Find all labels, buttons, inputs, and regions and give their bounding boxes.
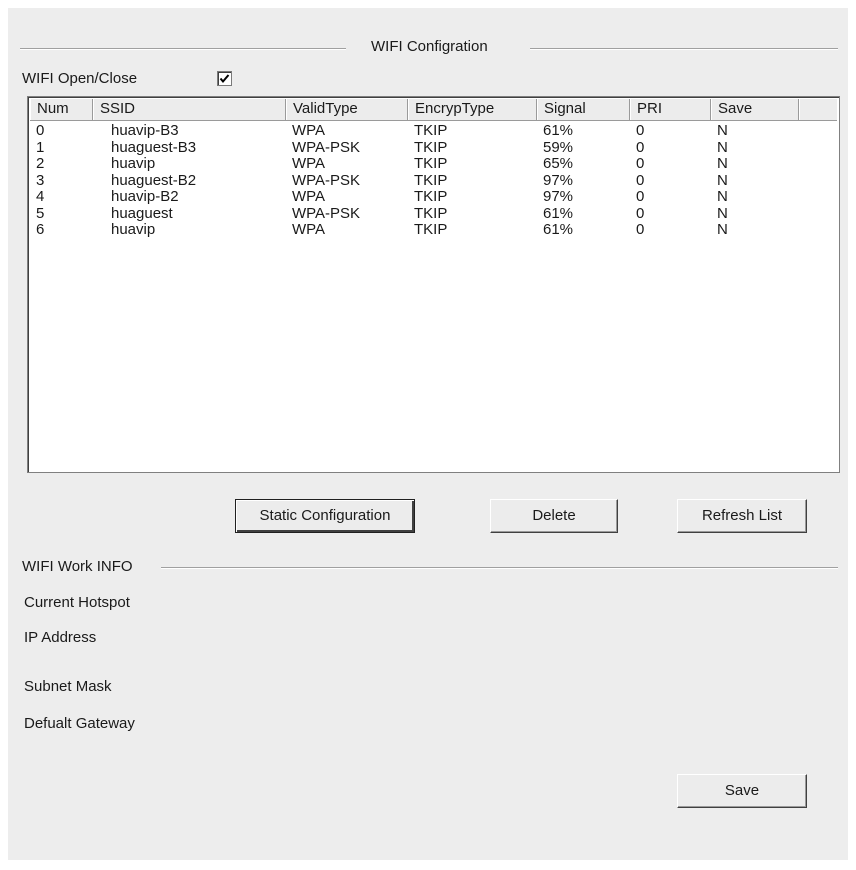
hotspot-list-rows: 0 huavip-B3 WPA TKIP 61% 0 N 1 huaguest-… bbox=[30, 123, 837, 239]
table-row[interactable]: 6 huavip WPA TKIP 61% 0 N bbox=[30, 222, 837, 239]
cell-encryptype: TKIP bbox=[414, 138, 448, 156]
config-group-line-left bbox=[20, 48, 346, 50]
cell-save: N bbox=[717, 221, 728, 238]
static-configuration-button[interactable]: Static Configuration bbox=[235, 499, 415, 533]
cell-num: 4 bbox=[36, 188, 45, 205]
hotspot-list[interactable]: Num SSID ValidType EncrypType Signal PRI… bbox=[27, 96, 840, 473]
cell-ssid: huavip-B2 bbox=[111, 188, 179, 205]
subnet-mask-label: Subnet Mask bbox=[24, 678, 112, 695]
table-row[interactable]: 1 huaguest-B3 WPA-PSK TKIP 59% 0 N bbox=[30, 138, 837, 157]
wifi-open-close-label: WIFI Open/Close bbox=[22, 70, 138, 87]
cell-num: 1 bbox=[36, 138, 45, 156]
cell-pri: 0 bbox=[636, 122, 645, 139]
cell-pri: 0 bbox=[636, 171, 645, 189]
cell-signal: 97% bbox=[543, 188, 574, 205]
cell-pri: 0 bbox=[636, 188, 645, 205]
cell-pri: 0 bbox=[636, 138, 645, 156]
refresh-list-button[interactable]: Refresh List bbox=[677, 499, 807, 533]
cell-signal: 61% bbox=[543, 221, 574, 238]
cell-num: 5 bbox=[36, 204, 45, 222]
cell-ssid: huavip bbox=[111, 155, 156, 172]
work-info-group-line bbox=[161, 567, 838, 569]
cell-save: N bbox=[717, 171, 728, 189]
ip-address-label: IP Address bbox=[24, 629, 97, 646]
column-header-validtype[interactable]: ValidType bbox=[286, 99, 408, 120]
cell-validtype: WPA bbox=[292, 155, 326, 172]
cell-encryptype: TKIP bbox=[414, 188, 448, 205]
config-group-line-right bbox=[530, 48, 838, 50]
cell-save: N bbox=[717, 122, 728, 139]
save-button[interactable]: Save bbox=[677, 774, 807, 808]
cell-validtype: WPA bbox=[292, 122, 326, 139]
column-header-filler bbox=[799, 99, 837, 120]
cell-signal: 97% bbox=[543, 171, 574, 189]
cell-save: N bbox=[717, 138, 728, 156]
column-header-ssid[interactable]: SSID bbox=[93, 99, 286, 120]
column-header-num[interactable]: Num bbox=[30, 99, 93, 120]
cell-signal: 65% bbox=[543, 155, 574, 172]
column-header-signal[interactable]: Signal bbox=[537, 99, 630, 120]
cell-num: 6 bbox=[36, 221, 45, 238]
config-group-title: WIFI Configration bbox=[367, 38, 492, 56]
table-row[interactable]: 5 huaguest WPA-PSK TKIP 61% 0 N bbox=[30, 204, 837, 223]
cell-encryptype: TKIP bbox=[414, 122, 448, 139]
cell-pri: 0 bbox=[636, 155, 645, 172]
wifi-open-close-checkbox[interactable] bbox=[217, 71, 232, 86]
cell-signal: 61% bbox=[543, 204, 574, 222]
cell-pri: 0 bbox=[636, 221, 645, 238]
cell-encryptype: TKIP bbox=[414, 204, 448, 222]
cell-validtype: WPA-PSK bbox=[292, 204, 361, 222]
cell-ssid: huaguest-B3 bbox=[111, 138, 197, 156]
cell-num: 2 bbox=[36, 155, 45, 172]
cell-num: 0 bbox=[36, 122, 45, 139]
work-info-group-title: WIFI Work INFO bbox=[18, 558, 137, 576]
table-row[interactable]: 0 huavip-B3 WPA TKIP 61% 0 N bbox=[30, 123, 837, 140]
cell-num: 3 bbox=[36, 171, 45, 189]
cell-save: N bbox=[717, 188, 728, 205]
current-hotspot-label: Current Hotspot bbox=[24, 594, 130, 611]
checkmark-icon bbox=[219, 74, 230, 84]
column-header-save[interactable]: Save bbox=[711, 99, 799, 120]
wifi-config-dialog: WIFI Configration WIFI Open/Close Num SS… bbox=[8, 8, 848, 860]
table-row[interactable]: 2 huavip WPA TKIP 65% 0 N bbox=[30, 156, 837, 173]
cell-validtype: WPA bbox=[292, 221, 326, 238]
hotspot-list-header: Num SSID ValidType EncrypType Signal PRI… bbox=[30, 99, 837, 121]
cell-ssid: huaguest bbox=[111, 204, 173, 222]
table-row[interactable]: 4 huavip-B2 WPA TKIP 97% 0 N bbox=[30, 189, 837, 206]
table-row[interactable]: 3 huaguest-B2 WPA-PSK TKIP 97% 0 N bbox=[30, 171, 837, 190]
column-header-encryptype[interactable]: EncrypType bbox=[408, 99, 537, 120]
cell-signal: 59% bbox=[543, 138, 574, 156]
cell-encryptype: TKIP bbox=[414, 171, 448, 189]
cell-encryptype: TKIP bbox=[414, 155, 448, 172]
cell-ssid: huaguest-B2 bbox=[111, 171, 197, 189]
cell-save: N bbox=[717, 155, 728, 172]
column-header-pri[interactable]: PRI bbox=[630, 99, 711, 120]
delete-button[interactable]: Delete bbox=[490, 499, 618, 533]
cell-validtype: WPA bbox=[292, 188, 326, 205]
cell-ssid: huavip bbox=[111, 221, 156, 238]
cell-save: N bbox=[717, 204, 728, 222]
cell-encryptype: TKIP bbox=[414, 221, 448, 238]
cell-validtype: WPA-PSK bbox=[292, 138, 361, 156]
default-gateway-label: Defualt Gateway bbox=[24, 715, 135, 732]
cell-validtype: WPA-PSK bbox=[292, 171, 361, 189]
cell-signal: 61% bbox=[543, 122, 574, 139]
cell-pri: 0 bbox=[636, 204, 645, 222]
cell-ssid: huavip-B3 bbox=[111, 122, 179, 139]
